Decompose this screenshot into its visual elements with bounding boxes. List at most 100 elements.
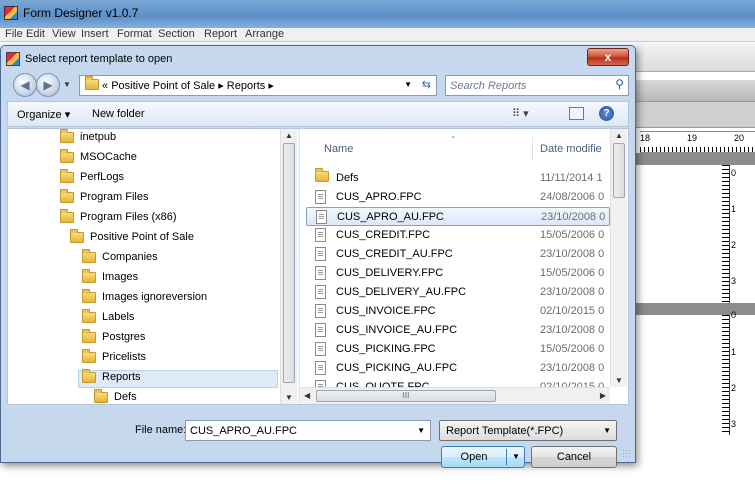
tree-item-perflogs[interactable]: PerfLogs (60, 168, 125, 189)
folder-icon (70, 228, 84, 243)
ruler-number: 20 (734, 133, 745, 143)
document-icon (315, 285, 326, 299)
forward-button[interactable]: ▶ (36, 73, 60, 97)
tree-item-inetpub[interactable]: inetpub (60, 129, 116, 149)
menu-view[interactable]: View (52, 28, 76, 40)
menu-file[interactable]: File (5, 28, 23, 40)
column-date-header[interactable]: Date modifie (540, 143, 602, 155)
file-row-selected[interactable]: CUS_APRO_AU.FPC 23/10/2008 0 (306, 207, 610, 226)
file-row[interactable]: Defs 11/11/2014 1 (306, 168, 610, 188)
breadcrumb-overflow[interactable]: « (102, 80, 108, 92)
preview-pane-icon[interactable] (569, 107, 584, 120)
scroll-right-icon[interactable]: ▶ (600, 391, 606, 400)
ruler-number: 0 (731, 310, 737, 320)
file-name: CUS_APRO_AU.FPC (337, 211, 444, 223)
file-name-combobox[interactable]: ▼ (185, 420, 431, 441)
tree-item-program-files[interactable]: Program Files (60, 188, 148, 209)
file-type-select[interactable]: Report Template(*.FPC) ▼ (439, 420, 617, 441)
file-row[interactable]: CUS_DELIVERY_AU.FPC 23/10/2008 0 (306, 283, 610, 302)
resize-grip-icon[interactable] (622, 449, 632, 459)
tree-item-pricelists[interactable]: Pricelists (82, 348, 146, 369)
dialog-titlebar[interactable]: Select report template to open x (1, 46, 635, 72)
file-list-vscrollbar[interactable]: ▲ ▼ (610, 129, 627, 387)
menu-arrange[interactable]: Arrange (245, 28, 284, 40)
folder-icon (82, 288, 96, 303)
breadcrumb[interactable]: « Positive Point of Sale ▸ Reports ▸ (102, 79, 274, 92)
file-row[interactable]: CUS_APRO.FPC 24/08/2006 0 (306, 188, 610, 207)
address-bar[interactable]: « Positive Point of Sale ▸ Reports ▸ ▼ ⇆ (79, 75, 437, 96)
menu-report[interactable]: Report (204, 28, 237, 40)
column-separator[interactable] (532, 137, 533, 161)
address-row: ◀ ▶ ▼ « Positive Point of Sale ▸ Reports… (7, 72, 629, 98)
file-row[interactable]: CUS_INVOICE.FPC 02/10/2015 0 (306, 302, 610, 321)
open-button[interactable]: Open ▼ (441, 446, 525, 468)
cancel-button[interactable]: Cancel (531, 446, 617, 468)
dialog-title: Select report template to open (25, 53, 173, 65)
scroll-down-icon[interactable]: ▼ (615, 376, 623, 385)
close-button[interactable]: x (587, 48, 629, 66)
file-row[interactable]: CUS_CREDIT_AU.FPC 23/10/2008 0 (306, 245, 610, 264)
scroll-thumb[interactable]: III (316, 390, 496, 402)
refresh-icon[interactable]: ⇆ (422, 78, 431, 91)
scroll-up-icon[interactable]: ▲ (615, 131, 623, 140)
column-name-header[interactable]: Name (324, 143, 353, 155)
split-divider (506, 449, 507, 465)
document-icon (315, 323, 326, 337)
app-toolbar (636, 42, 755, 72)
open-file-dialog: Select report template to open x ◀ ▶ ▼ «… (0, 45, 636, 468)
organize-button[interactable]: Organize ▾ (17, 108, 70, 121)
menu-section[interactable]: Section (158, 28, 195, 40)
folder-icon (82, 268, 96, 283)
section-band-header[interactable] (636, 153, 755, 165)
address-dropdown-icon[interactable]: ▼ (404, 80, 412, 89)
tree-item-defs[interactable]: Defs (94, 388, 137, 404)
tree-item-msocache[interactable]: MSOCache (60, 148, 137, 169)
file-date: 15/05/2006 0 (540, 267, 605, 279)
file-name: CUS_CREDIT.FPC (336, 229, 431, 241)
scroll-thumb[interactable] (613, 143, 625, 198)
document-icon (315, 342, 326, 356)
file-row[interactable]: CUS_PICKING_AU.FPC 23/10/2008 0 (306, 359, 610, 378)
back-button[interactable]: ◀ (13, 73, 37, 97)
scroll-down-icon[interactable]: ▼ (285, 393, 293, 402)
file-list: Name ⌃ Date modifie Defs 11/11/2014 1 CUS… (300, 129, 628, 404)
file-name: CUS_CREDIT_AU.FPC (336, 248, 453, 260)
menu-edit[interactable]: Edit (26, 28, 45, 40)
tree-scrollbar[interactable]: ▲ ▼ (280, 129, 297, 404)
ruler-number: 3 (731, 276, 737, 286)
tree-item-postgres[interactable]: Postgres (82, 328, 145, 349)
new-folder-button[interactable]: New folder (92, 108, 145, 120)
menu-insert[interactable]: Insert (81, 28, 109, 40)
section-band-detail[interactable] (636, 303, 755, 315)
tree-item-labels[interactable]: Labels (82, 308, 134, 329)
search-box[interactable]: ⚲ (445, 75, 629, 96)
file-row[interactable]: CUS_INVOICE_AU.FPC 23/10/2008 0 (306, 321, 610, 340)
file-row[interactable]: CUS_DELIVERY.FPC 15/05/2006 0 (306, 264, 610, 283)
search-input[interactable] (450, 78, 600, 93)
scroll-up-icon[interactable]: ▲ (285, 131, 293, 140)
menu-format[interactable]: Format (117, 28, 152, 40)
chevron-down-icon[interactable]: ▼ (417, 426, 425, 435)
tree-item-images[interactable]: Images (82, 268, 138, 289)
tree-item-label: PerfLogs (80, 171, 125, 184)
scroll-left-icon[interactable]: ◀ (304, 391, 310, 400)
file-list-hscrollbar[interactable]: ◀ III ▶ (300, 387, 610, 404)
folder-icon (60, 188, 74, 203)
search-icon[interactable]: ⚲ (615, 77, 624, 91)
open-options-dropdown-icon[interactable]: ▼ (509, 447, 523, 467)
recent-locations-dropdown-icon[interactable]: ▼ (63, 80, 71, 89)
tree-item-images-ignoreversion[interactable]: Images ignoreversion (82, 288, 207, 309)
breadcrumb-path[interactable]: Positive Point of Sale ▸ Reports ▸ (111, 80, 274, 92)
file-row[interactable]: CUS_CREDIT.FPC 15/05/2006 0 (306, 226, 610, 245)
tree-item-companies[interactable]: Companies (82, 248, 158, 269)
tree-item-positive-point-of-sale[interactable]: Positive Point of Sale (70, 228, 194, 249)
tree-item-label: Positive Point of Sale (90, 231, 194, 244)
file-name-input[interactable] (190, 423, 410, 438)
file-row[interactable]: CUS_PICKING.FPC 15/05/2006 0 (306, 340, 610, 359)
scroll-thumb[interactable] (283, 143, 295, 383)
tree-item-reports[interactable]: Reports (78, 368, 278, 388)
ruler-number: 18 (640, 133, 651, 143)
tree-item-program-files-x86[interactable]: Program Files (x86) (60, 208, 177, 229)
help-icon[interactable]: ? (599, 106, 614, 121)
change-view-button[interactable]: ⠿ ▾ (512, 107, 529, 120)
